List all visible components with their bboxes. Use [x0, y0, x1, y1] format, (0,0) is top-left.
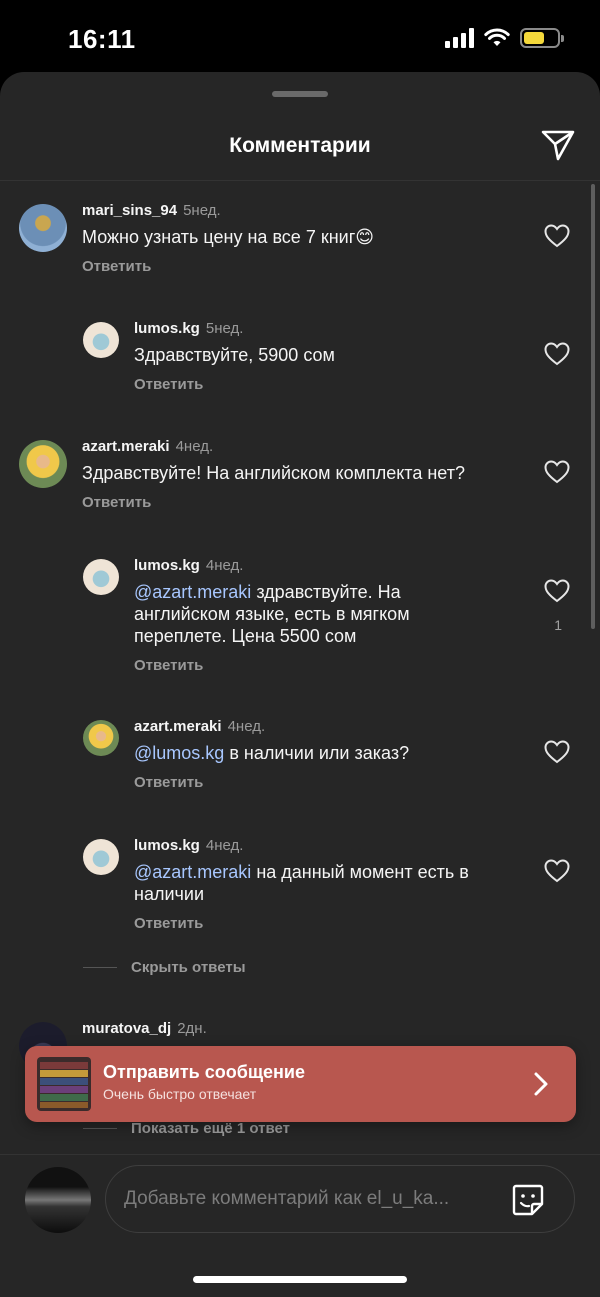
comment-time: 5нед.	[205, 320, 244, 337]
avatar[interactable]	[19, 440, 67, 488]
comment-time: 4нед.	[175, 438, 214, 455]
avatar[interactable]	[83, 720, 119, 756]
comment-username[interactable]: muratova_dj	[82, 1020, 171, 1037]
reply-button[interactable]: Ответить	[134, 657, 203, 674]
composer-divider	[0, 1154, 600, 1155]
comment-username[interactable]: azart.meraki	[134, 718, 222, 735]
comment-item: lumos.kg 5нед. Здравствуйте, 5900 сом Отв…	[0, 320, 600, 400]
heart-icon[interactable]	[544, 460, 570, 484]
comment-text: Можно узнать цену на все 7 книг😊	[82, 227, 375, 247]
reply-button[interactable]: Ответить	[82, 258, 151, 275]
comment-time: 2дн.	[177, 1020, 207, 1037]
comment-item: mari_sins_94 5нед. Можно узнать цену на в…	[0, 202, 600, 282]
comment-time: 4нед.	[205, 557, 244, 574]
heart-icon[interactable]	[544, 740, 570, 764]
hide-replies-button[interactable]: Скрыть ответы	[83, 959, 246, 976]
show-more-replies-button[interactable]: Показать ещё 1 ответ	[83, 1120, 290, 1137]
reply-button[interactable]: Ответить	[134, 915, 203, 932]
status-icons	[445, 28, 564, 48]
comment-text: @azart.meraki здравствуйте. На английско…	[134, 582, 410, 646]
chevron-right-icon	[534, 1072, 548, 1096]
comment-username[interactable]: lumos.kg	[134, 320, 200, 337]
mention-link[interactable]: @azart.meraki	[134, 582, 251, 602]
comment-item: azart.meraki 4нед. @lumos.kg в наличии ил…	[0, 718, 600, 798]
comment-username[interactable]: azart.meraki	[82, 438, 170, 455]
cellular-signal-icon	[445, 28, 474, 48]
avatar[interactable]	[19, 204, 67, 252]
comment-time: 5нед.	[183, 202, 221, 219]
comment-username[interactable]: lumos.kg	[134, 837, 200, 854]
share-send-icon[interactable]	[540, 127, 576, 163]
heart-icon[interactable]	[544, 342, 570, 366]
send-message-banner[interactable]: Отправить сообщение Очень быстро отвечае…	[25, 1046, 576, 1122]
like-count: 1	[554, 617, 562, 633]
comment-item: lumos.kg 4нед. @azart.meraki здравствуйте…	[0, 557, 600, 681]
comment-item: azart.meraki 4нед. Здравствуйте! На англи…	[0, 438, 600, 518]
comments-sheet: Комментарии mari_sins_94 5нед. Можно узна…	[0, 72, 600, 1297]
reply-button[interactable]: Ответить	[82, 494, 151, 511]
comment-time: 4нед.	[205, 837, 244, 854]
sheet-title: Комментарии	[229, 134, 371, 157]
comment-time: 4нед.	[227, 718, 266, 735]
current-user-avatar[interactable]	[25, 1167, 91, 1233]
heart-icon[interactable]	[544, 579, 570, 603]
header-divider	[0, 180, 600, 181]
reply-button[interactable]: Ответить	[134, 774, 203, 791]
sticker-icon[interactable]	[510, 1182, 546, 1218]
mention-link[interactable]: @lumos.kg	[134, 743, 224, 763]
status-bar: 16:11	[0, 0, 600, 72]
avatar[interactable]	[83, 322, 119, 358]
mention-link[interactable]: @azart.meraki	[134, 862, 251, 882]
banner-title: Отправить сообщение	[103, 1062, 305, 1082]
banner-subtitle: Очень быстро отвечает	[103, 1086, 257, 1102]
comment-text: @azart.meraki на данный момент есть в на…	[134, 862, 469, 904]
comment-text: Здравствуйте! На английском комплекта не…	[82, 463, 465, 483]
home-indicator[interactable]	[193, 1276, 407, 1283]
comment-text: Здравствуйте, 5900 сом	[134, 345, 335, 365]
status-time: 16:11	[68, 24, 136, 54]
comment-username[interactable]: mari_sins_94	[82, 202, 177, 219]
comment-item: lumos.kg 4нед. @azart.meraki на данный мо…	[0, 837, 600, 941]
reply-button[interactable]: Ответить	[134, 376, 203, 393]
comment-text: @lumos.kg в наличии или заказ?	[134, 743, 410, 763]
comment-composer	[105, 1165, 575, 1233]
avatar[interactable]	[83, 559, 119, 595]
heart-icon[interactable]	[544, 224, 570, 248]
wifi-icon	[484, 28, 510, 46]
comment-input[interactable]	[124, 1166, 494, 1232]
battery-icon	[520, 28, 564, 48]
avatar[interactable]	[83, 839, 119, 875]
heart-icon[interactable]	[544, 859, 570, 883]
comment-username[interactable]: lumos.kg	[134, 557, 200, 574]
sheet-grabber[interactable]	[272, 91, 328, 97]
book-set-thumbnail	[37, 1057, 91, 1111]
